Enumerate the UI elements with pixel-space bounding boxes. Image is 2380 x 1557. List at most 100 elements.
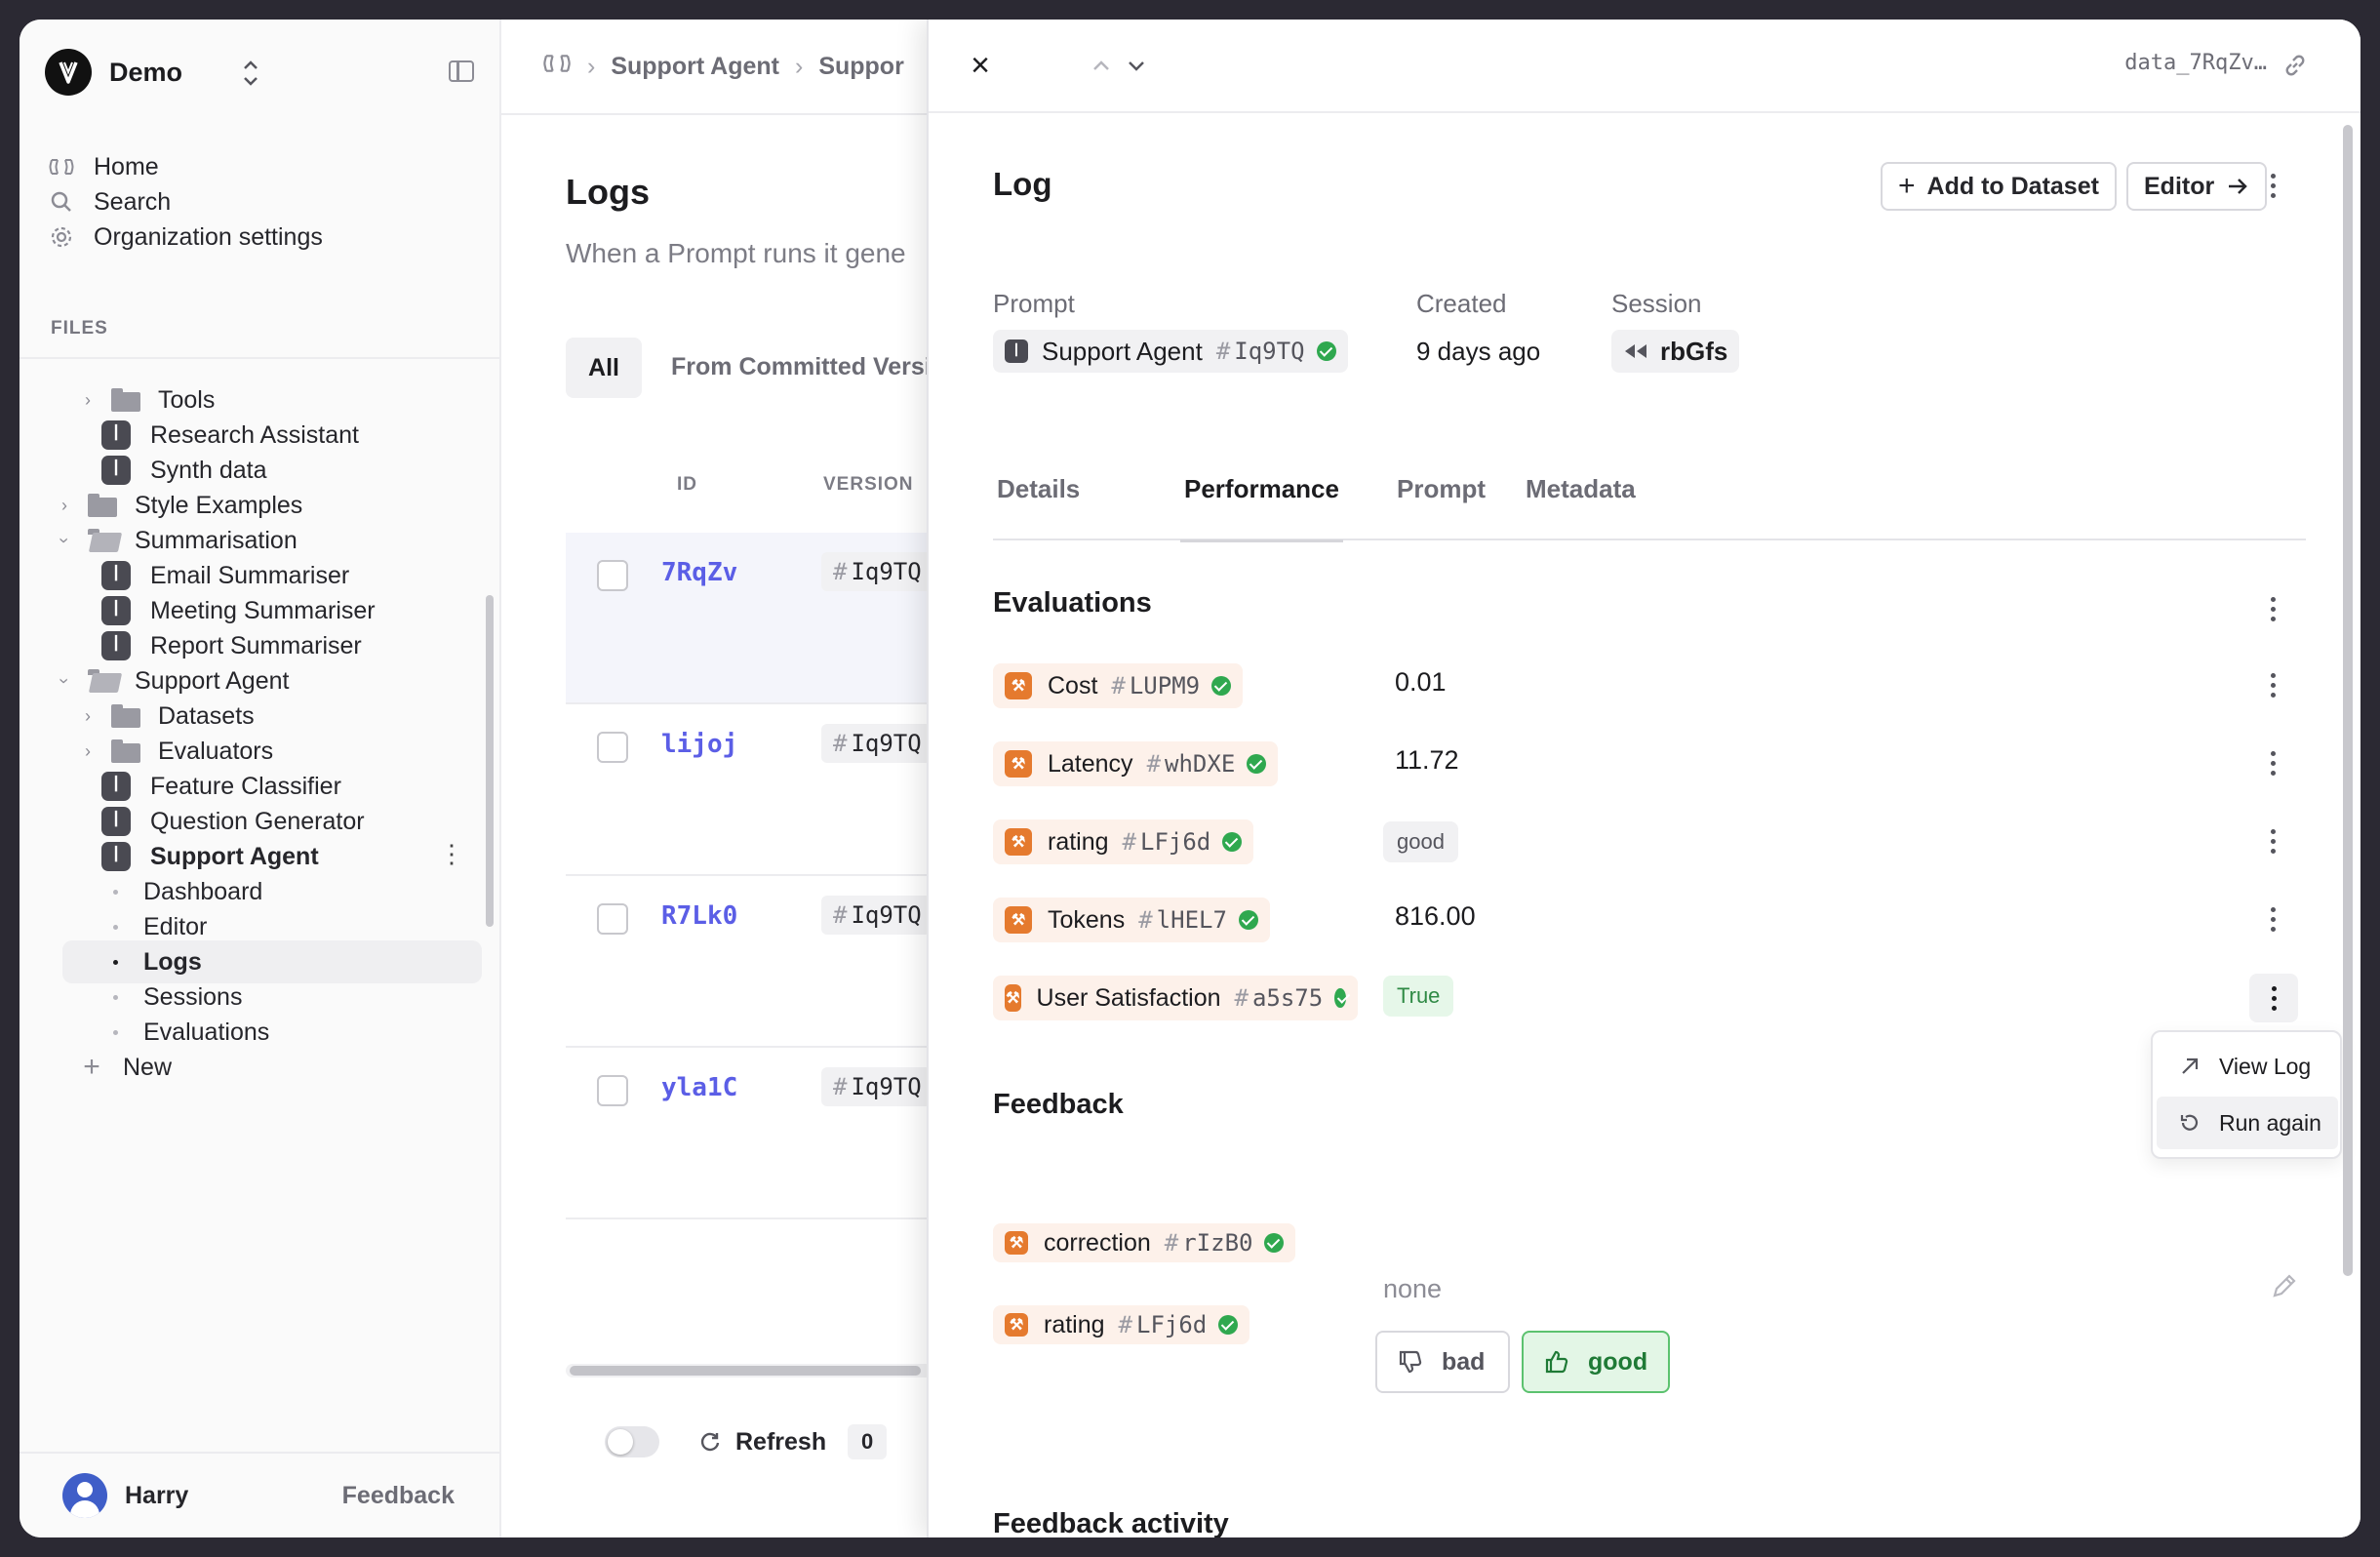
- log-detail-panel: × data_7RqZv… Log + Add to Dataset Edito…: [927, 20, 2360, 1537]
- meta-label-prompt: Prompt: [993, 289, 1075, 318]
- feedback-version: LFj6d: [1136, 1311, 1208, 1338]
- nav-search[interactable]: Search: [49, 182, 171, 221]
- panel-scrollbar[interactable]: [2343, 125, 2353, 1276]
- row-more-options-icon[interactable]: [2261, 743, 2284, 782]
- plus-icon: +: [1898, 170, 1916, 202]
- feedback-good-button[interactable]: good: [1522, 1331, 1670, 1393]
- row-checkbox[interactable]: [597, 732, 628, 763]
- prompt-name: Support Agent: [1042, 336, 1203, 366]
- workspace-switcher[interactable]: Demo: [45, 43, 474, 101]
- tree-item-label: Feature Classifier: [150, 772, 341, 800]
- feedback-button[interactable]: Feedback: [342, 1482, 455, 1510]
- row-more-options-icon[interactable]: [2262, 978, 2285, 1018]
- check-circle-icon: [1218, 1315, 1239, 1335]
- sidebar-toggle-icon[interactable]: [449, 60, 474, 82]
- evaluator-chip-user-satisfaction[interactable]: ⚒ User Satisfaction # a5s75: [993, 976, 1358, 1020]
- thumbs-up-icon: [1543, 1348, 1570, 1376]
- chevron-right-icon: ›: [794, 52, 804, 80]
- table-row[interactable]: yla1C # Iq9TQ: [566, 1048, 956, 1219]
- more-options-icon[interactable]: ⋮: [439, 841, 464, 866]
- row-checkbox[interactable]: [597, 560, 628, 591]
- avatar[interactable]: [62, 1473, 107, 1518]
- log-id-link[interactable]: yla1C: [661, 1073, 737, 1102]
- arrow-up-right-icon: [2176, 1056, 2203, 1077]
- sidebar-scrollbar[interactable]: [486, 595, 494, 927]
- evaluator-chip-latency[interactable]: ⚒ Latency # whDXE: [993, 741, 1279, 786]
- auto-refresh-toggle[interactable]: [605, 1426, 659, 1457]
- tab-prompt[interactable]: Prompt: [1397, 474, 1486, 540]
- session-chip[interactable]: rbGfs: [1611, 330, 1740, 373]
- tree-item-label: Research Assistant: [150, 420, 359, 449]
- chevron-down-icon[interactable]: ›: [53, 669, 76, 693]
- log-id-link[interactable]: R7Lk0: [661, 901, 737, 931]
- pencil-icon[interactable]: [2269, 1270, 2300, 1301]
- evaluator-chip-tokens[interactable]: ⚒ Tokens # lHEL7: [993, 898, 1270, 942]
- row-checkbox[interactable]: [597, 1075, 628, 1106]
- evaluator-icon: ⚒: [1005, 828, 1032, 856]
- humanloop-icon[interactable]: [542, 53, 572, 81]
- feedback-bad-button[interactable]: bad: [1375, 1331, 1510, 1393]
- filter-tab-committed[interactable]: From Committed Versi: [671, 353, 932, 381]
- chevron-updown-icon[interactable]: [240, 57, 261, 90]
- workspace-logo-icon: [45, 49, 92, 96]
- evaluator-chip-rating[interactable]: ⚒ rating # LFj6d: [993, 819, 1254, 864]
- row-more-options-icon[interactable]: [2261, 665, 2284, 704]
- tab-details[interactable]: Details: [997, 474, 1080, 540]
- bullet-icon: [113, 994, 118, 1000]
- panel-more-options-icon[interactable]: [2261, 166, 2284, 205]
- row-more-options-icon[interactable]: [2261, 821, 2284, 860]
- table-row[interactable]: R7Lk0 # Iq9TQ: [566, 876, 956, 1048]
- chevron-right-icon[interactable]: ›: [76, 739, 99, 763]
- evaluator-icon: ⚒: [1005, 906, 1032, 934]
- evaluator-chip-cost[interactable]: ⚒ Cost # LUPM9: [993, 663, 1244, 708]
- chevron-right-icon[interactable]: ›: [76, 388, 99, 412]
- menu-item-view-log[interactable]: View Log: [2157, 1040, 2338, 1093]
- close-icon[interactable]: ×: [966, 49, 995, 82]
- tree-item-label: Synth data: [150, 456, 267, 484]
- filter-tab-all[interactable]: All: [566, 338, 642, 398]
- evaluations-more-options-icon[interactable]: [2261, 589, 2284, 628]
- breadcrumb-item[interactable]: Suppor: [818, 53, 904, 81]
- meta-label-created: Created: [1416, 289, 1507, 318]
- search-icon: [49, 189, 74, 215]
- new-file-label: New: [123, 1053, 173, 1081]
- chevron-up-icon[interactable]: [1089, 55, 1114, 76]
- log-id-link[interactable]: lijoj: [661, 730, 737, 759]
- feedback-chip-rating[interactable]: ⚒ rating # LFj6d: [993, 1305, 1250, 1344]
- evaluator-name: Latency: [1048, 749, 1133, 778]
- chevron-right-icon[interactable]: ›: [53, 494, 76, 517]
- chevron-down-icon[interactable]: ›: [53, 529, 76, 552]
- tab-metadata[interactable]: Metadata: [1526, 474, 1636, 540]
- link-icon[interactable]: [2281, 51, 2310, 80]
- table-row[interactable]: 7RqZv # Iq9TQ: [566, 533, 956, 704]
- check-circle-icon: [1238, 910, 1258, 930]
- breadcrumb-item[interactable]: Support Agent: [611, 53, 779, 81]
- row-checkbox[interactable]: [597, 903, 628, 935]
- workspace-name: Demo: [109, 57, 183, 87]
- add-to-dataset-label: Add to Dataset: [1926, 172, 2099, 200]
- check-circle-icon: [1316, 341, 1336, 361]
- row-more-options-icon[interactable]: [2261, 899, 2284, 938]
- chevron-right-icon[interactable]: ›: [76, 704, 99, 728]
- feedback-chip-correction[interactable]: ⚒ correction # rIzB0: [993, 1223, 1296, 1262]
- column-header-id[interactable]: ID: [677, 474, 697, 496]
- add-to-dataset-button[interactable]: + Add to Dataset: [1881, 162, 2117, 211]
- prompt-chip[interactable]: ꟾ Support Agent # Iq9TQ: [993, 330, 1348, 373]
- version-label: Iq9TQ: [851, 901, 922, 929]
- log-data-id[interactable]: data_7RqZv…: [2124, 51, 2267, 75]
- column-header-version[interactable]: VERSION: [823, 474, 914, 496]
- editor-button[interactable]: Editor: [2126, 162, 2268, 211]
- menu-item-run-again[interactable]: Run again: [2157, 1097, 2338, 1149]
- nav-home[interactable]: Home: [49, 147, 159, 186]
- new-file-button[interactable]: + New: [80, 1046, 172, 1089]
- table-scrollbar[interactable]: [566, 1364, 956, 1377]
- tab-performance[interactable]: Performance: [1180, 474, 1343, 542]
- chevron-down-icon[interactable]: [1124, 55, 1149, 76]
- log-id-link[interactable]: 7RqZv: [661, 558, 737, 587]
- nav-organization-settings[interactable]: Organization settings: [49, 218, 323, 257]
- feedback-name: rating: [1044, 1310, 1105, 1338]
- table-row[interactable]: lijoj # Iq9TQ: [566, 704, 956, 876]
- tree-item-label: Dashboard: [143, 877, 263, 905]
- refresh-button[interactable]: Refresh 0: [698, 1424, 888, 1459]
- row-more-options-button[interactable]: [2249, 974, 2298, 1022]
